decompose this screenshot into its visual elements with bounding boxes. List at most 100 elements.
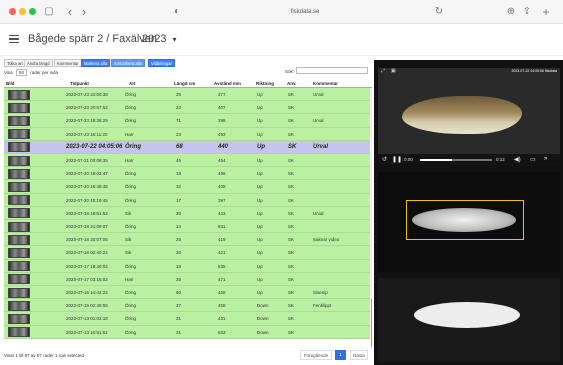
select-all-button[interactable]: Markera alla (81, 59, 111, 67)
row-thumbnail[interactable] (8, 287, 30, 298)
table-row-selected[interactable]: 2023-07-22 04:05:06 Öring 68 440 Up SK Urval (4, 140, 370, 154)
table-row[interactable]: 2023-07-19 18:51:52 Sik 30 443 Up SK Urval (4, 206, 370, 220)
cell-time: 2023-07-17 03:15:52 (66, 276, 108, 282)
minimize-window-button[interactable] (19, 8, 26, 15)
pip-icon[interactable]: ▣ (391, 68, 396, 74)
depth-image (378, 278, 560, 362)
header-distance[interactable]: Avstånd mm (214, 81, 241, 86)
row-thumbnail[interactable] (8, 195, 30, 206)
header-species[interactable]: Art (129, 81, 136, 86)
menu-icon[interactable] (9, 35, 19, 43)
table-row[interactable]: 2023-07-13 10:51:51 Öring 31 533 Down SK (4, 325, 370, 339)
pause-icon[interactable]: ❚❚ (392, 156, 402, 163)
next-page-button[interactable]: Nästa (350, 350, 368, 360)
scrollbar-thumb[interactable] (371, 298, 372, 348)
cell-direction: Up (257, 143, 265, 150)
row-thumbnail[interactable] (8, 155, 30, 166)
page-size-select[interactable]: 50 (15, 69, 27, 76)
video-progress-bar[interactable] (420, 159, 492, 161)
row-thumbnail[interactable] (8, 300, 30, 311)
table-row[interactable]: 2023-07-15 02:45:55 Öring 27 458 Down SK Fenkl… (4, 299, 370, 313)
back-icon[interactable]: ‹ (66, 4, 74, 20)
cell-species: Harr (125, 158, 134, 163)
cell-anv: SK (288, 316, 295, 322)
row-thumbnail[interactable] (8, 313, 30, 324)
row-thumbnail[interactable] (8, 234, 30, 245)
page-1-button[interactable]: 1 (335, 350, 346, 360)
table-row[interactable]: 2023-07-17 03:15:52 Harr 35 471 Up SK (4, 272, 370, 286)
table-scrollbar[interactable] (371, 88, 372, 348)
cell-species: Öring (125, 197, 137, 203)
airplay-icon[interactable]: ▭ (530, 156, 536, 163)
header-usage[interactable]: Anv. (287, 81, 296, 86)
table-row[interactable]: 2023-07-23 20:57:52 Öring 23 407 Up SK (4, 101, 370, 115)
share-icon[interactable]: ⇪ (522, 4, 532, 20)
row-thumbnail[interactable] (8, 221, 30, 232)
table-row[interactable]: 2023-07-21 00:08:35 Harr 45 454 Up SK (4, 154, 370, 168)
table-row[interactable]: 2023-07-20 15:19:45 Öring 17 397 Up SK (4, 193, 370, 207)
table-row[interactable]: 2023-07-23 16:36:29 Öring 71 398 Up SK Urval (4, 114, 370, 128)
cell-comment: Urval (313, 143, 329, 150)
cell-anv: SK (288, 105, 295, 111)
forward-icon[interactable]: › (80, 4, 88, 20)
per-page-label: rader per sida (30, 70, 58, 75)
reload-icon[interactable]: ↻ (434, 4, 444, 20)
row-thumbnail[interactable] (8, 89, 30, 100)
new-tab-icon[interactable]: + (541, 4, 551, 20)
table-row[interactable]: 2023-07-18 20:07:06 Sik 25 419 Up SK Saknar vi… (4, 233, 370, 247)
cell-direction: Up (257, 276, 263, 282)
table-row[interactable]: 2023-07-15 14:42:22 Öring 60 458 Up SK Sisenip (4, 286, 370, 300)
row-thumbnail[interactable] (8, 247, 30, 258)
header-comment[interactable]: Kommentar (313, 81, 338, 86)
header-direction[interactable]: Riktning (256, 81, 274, 86)
video-rings-button[interactable]: Vidbilringar (148, 59, 175, 67)
row-thumbnail[interactable] (8, 115, 30, 126)
table-row[interactable]: 2023-07-18 02:40:24 Sik 30 421 Up SK (4, 246, 370, 260)
header-length[interactable]: Längd cm (174, 81, 195, 86)
cell-direction: Up (257, 158, 263, 163)
deselect-all-button[interactable]: Avmarkera alla (111, 59, 145, 67)
header-image[interactable]: Bild (6, 81, 15, 86)
expand-icon[interactable]: ⤢ (381, 68, 385, 74)
zoom-window-button[interactable] (29, 8, 36, 15)
download-icon[interactable]: ⊕ (506, 4, 516, 20)
row-thumbnail[interactable] (8, 168, 30, 179)
table-row[interactable]: 2023-07-20 16:49:46 Öring 32 408 Up SK (4, 180, 370, 194)
row-thumbnail[interactable] (8, 274, 30, 285)
table-row[interactable]: 2023-07-23 16:11:20 Harr 23 493 Up SK (4, 127, 370, 141)
cell-distance: 397 (218, 197, 226, 203)
privacy-shield-icon[interactable]: ◐ (172, 4, 182, 20)
table-row[interactable]: 2023-07-13 01:02:18 Öring 31 431 Down SK (4, 312, 370, 326)
row-thumbnail[interactable] (8, 327, 30, 338)
cell-distance: 454 (218, 158, 226, 163)
row-thumbnail[interactable] (8, 208, 30, 219)
table-row[interactable]: 2023-07-17 18:40:04 Öring 18 535 Up SK (4, 259, 370, 273)
video-player[interactable]: ⤢ ▣ 2023-07-22 04:05:06 fiskdata ↺ ❚❚ 0:… (378, 68, 560, 166)
cell-species: Sik (125, 250, 132, 256)
volume-icon[interactable]: ◀) (514, 156, 521, 163)
cell-species: Öring (125, 303, 137, 309)
table-row[interactable]: 2023-07-23 22:00:38 Öring 25 377 Up SK Urval (4, 88, 370, 102)
change-length-button[interactable]: Ändra längd (24, 59, 53, 67)
header-time[interactable]: Tidpunkt (70, 81, 89, 86)
close-window-button[interactable] (9, 8, 16, 15)
fullscreen-icon[interactable]: » (544, 156, 547, 162)
table-row[interactable]: 2023-07-20 19:02:47 Öring 19 496 Up SK (4, 167, 370, 181)
replay-icon[interactable]: ↺ (382, 156, 387, 163)
sidebar-icon[interactable]: ▢ (44, 4, 54, 20)
address-bar[interactable]: fiskdata.se (200, 4, 410, 20)
table-row[interactable]: 2023-07-18 21:09:07 Öring 14 531 Up SK (4, 220, 370, 234)
row-thumbnail[interactable] (8, 142, 30, 153)
row-thumbnail[interactable] (8, 129, 30, 140)
row-thumbnail[interactable] (8, 102, 30, 113)
year-selector[interactable]: 2023 ▾ (142, 33, 177, 45)
interpret-species-button[interactable]: Tolka art (4, 59, 26, 67)
search-input[interactable] (296, 67, 368, 74)
row-thumbnail[interactable] (8, 181, 30, 192)
cell-direction: Down (257, 303, 269, 309)
row-thumbnail[interactable] (8, 261, 30, 272)
comment-button[interactable]: Kommentar (54, 59, 82, 67)
cell-anv: SK (288, 224, 295, 229)
previous-page-button[interactable]: Föregående (300, 350, 332, 360)
cell-species: Öring (125, 118, 137, 124)
